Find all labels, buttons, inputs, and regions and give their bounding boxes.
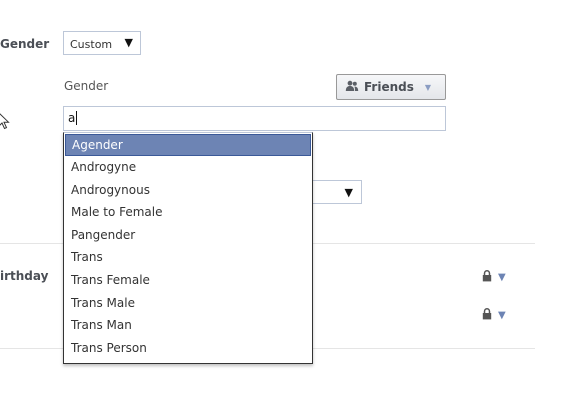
pronoun-select[interactable]: ▼: [310, 180, 362, 204]
cursor-pointer-icon: [0, 112, 10, 133]
dropdown-option-trans-female[interactable]: Trans Female: [64, 269, 312, 292]
birthday-row-label: irthday: [0, 269, 49, 283]
autocomplete-dropdown: Agender Androgyne Androgynous Male to Fe…: [63, 132, 313, 364]
dropdown-arrow-icon: ▼: [124, 36, 133, 49]
dropdown-option-androgyne[interactable]: Androgyne: [64, 156, 312, 179]
gender-select[interactable]: Custom ▼: [63, 31, 141, 55]
lock-icon: [482, 308, 492, 323]
dropdown-option-agender[interactable]: Agender: [65, 134, 311, 156]
birthyear-privacy-control[interactable]: ▼: [482, 308, 506, 323]
dropdown-option-pangender[interactable]: Pangender: [64, 224, 312, 247]
custom-gender-input-value: a: [68, 111, 76, 125]
privacy-label: Friends: [364, 80, 414, 94]
birthday-privacy-control[interactable]: ▼: [482, 270, 506, 285]
text-cursor: [76, 111, 78, 125]
chevron-down-icon: ▼: [498, 272, 506, 283]
custom-gender-label: Gender: [64, 79, 109, 93]
gender-row-label: Gender: [0, 37, 50, 51]
lock-icon: [482, 270, 492, 285]
friends-icon: [345, 80, 359, 95]
custom-gender-input[interactable]: a: [63, 106, 446, 131]
dropdown-option-trans[interactable]: Trans: [64, 246, 312, 269]
dropdown-arrow-icon: ▼: [344, 186, 353, 199]
gender-select-value: Custom: [70, 38, 113, 51]
privacy-selector-button[interactable]: Friends ▼: [336, 74, 446, 100]
chevron-down-icon: ▼: [498, 310, 506, 321]
dropdown-option-trans-male[interactable]: Trans Male: [64, 292, 312, 315]
dropdown-option-trans-person[interactable]: Trans Person: [64, 337, 312, 360]
chevron-down-icon: ▼: [424, 82, 432, 92]
dropdown-option-male-to-female[interactable]: Male to Female: [64, 201, 312, 224]
dropdown-option-androgynous[interactable]: Androgynous: [64, 179, 312, 202]
dropdown-option-trans-man[interactable]: Trans Man: [64, 314, 312, 337]
